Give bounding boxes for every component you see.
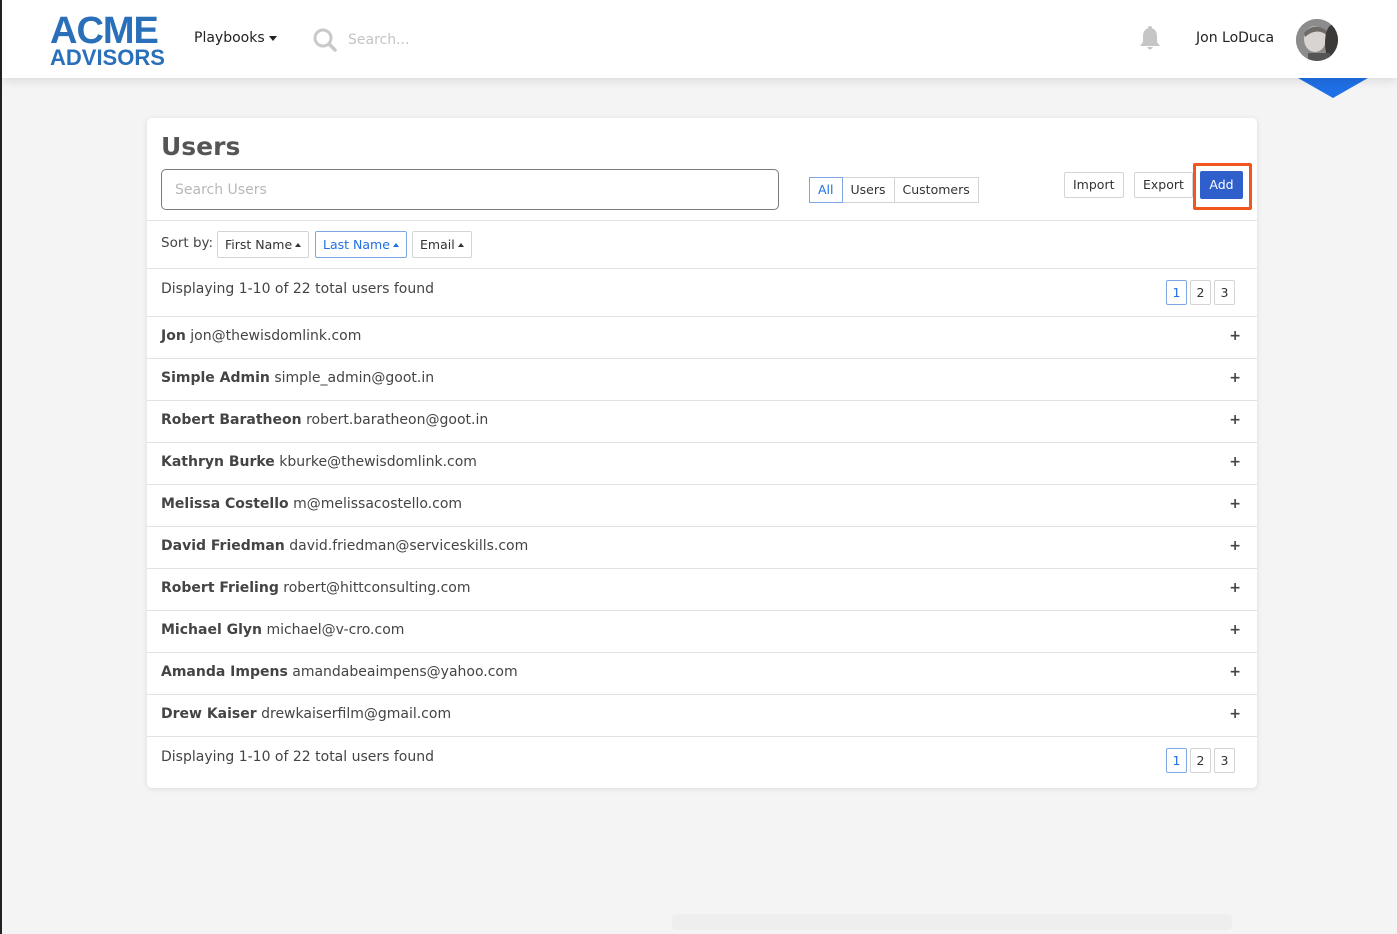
users-search-box <box>161 169 779 210</box>
expand-plus-icon[interactable]: + <box>1229 580 1241 596</box>
results-count-bottom: Displaying 1-10 of 22 total users found <box>161 749 435 765</box>
user-name: Melissa Costello <box>161 496 289 512</box>
page-3-button[interactable]: 3 <box>1214 280 1235 305</box>
user-email: drewkaiserfilm@gmail.com <box>261 706 452 722</box>
expand-plus-icon[interactable]: + <box>1229 706 1241 722</box>
user-row[interactable]: David Friedman david.friedman@serviceski… <box>147 526 1257 568</box>
user-name: Kathryn Burke <box>161 454 275 470</box>
pagination-top: 1 2 3 <box>1166 280 1235 305</box>
page-2-button[interactable]: 2 <box>1190 280 1211 305</box>
user-name: Michael Glyn <box>161 622 262 638</box>
divider <box>147 220 1257 221</box>
decorative-triangle <box>1298 78 1368 98</box>
user-row[interactable]: Jon jon@thewisdomlink.com + <box>147 316 1257 358</box>
sort-up-icon <box>295 243 302 247</box>
user-email: jon@thewisdomlink.com <box>190 328 362 344</box>
user-row[interactable]: Melissa Costello m@melissacostello.com + <box>147 484 1257 526</box>
expand-plus-icon[interactable]: + <box>1229 370 1241 386</box>
expand-plus-icon[interactable]: + <box>1229 664 1241 680</box>
divider <box>147 268 1257 269</box>
user-email: david.friedman@serviceskills.com <box>289 538 529 554</box>
user-row[interactable]: Robert Frieling robert@hittconsulting.co… <box>147 568 1257 610</box>
results-count-top: Displaying 1-10 of 22 total users found <box>161 281 435 297</box>
export-button[interactable]: Export <box>1134 172 1193 198</box>
caret-down-icon <box>268 35 277 41</box>
user-row[interactable]: Robert Baratheon robert.baratheon@goot.i… <box>147 400 1257 442</box>
user-name: Jon <box>161 328 186 344</box>
app-window: ACME ADVISORS Playbooks Jon LoDuca <box>0 0 1397 934</box>
import-button[interactable]: Import <box>1064 172 1124 198</box>
user-email: kburke@thewisdomlink.com <box>279 454 477 470</box>
user-row[interactable]: Drew Kaiser drewkaiserfilm@gmail.com + <box>147 694 1257 736</box>
users-search-input[interactable] <box>162 170 778 209</box>
search-icon <box>313 28 337 52</box>
pagination-bottom: 1 2 3 <box>1166 748 1235 773</box>
sort-up-icon <box>457 243 464 247</box>
sort-up-icon <box>392 243 399 247</box>
expand-plus-icon[interactable]: + <box>1229 328 1241 344</box>
playbooks-label: Playbooks <box>194 30 265 46</box>
expand-plus-icon[interactable]: + <box>1229 454 1241 470</box>
top-navbar: ACME ADVISORS Playbooks Jon LoDuca <box>2 0 1397 78</box>
filter-all[interactable]: All <box>809 177 843 203</box>
page-1-button[interactable]: 1 <box>1166 748 1187 773</box>
user-email: simple_admin@goot.in <box>274 370 435 386</box>
sort-email[interactable]: Email <box>412 231 472 258</box>
user-name: Robert Frieling <box>161 580 279 596</box>
expand-plus-icon[interactable]: + <box>1229 538 1241 554</box>
divider <box>147 736 1257 737</box>
sort-label: Sort by: <box>161 235 214 251</box>
global-search <box>312 26 572 54</box>
user-name: Drew Kaiser <box>161 706 257 722</box>
user-email: robert@hittconsulting.com <box>283 580 471 596</box>
user-name: Simple Admin <box>161 370 270 386</box>
global-search-input[interactable] <box>346 28 550 52</box>
add-user-button[interactable]: Add <box>1200 171 1243 199</box>
user-type-filter: All Users Customers <box>809 177 979 203</box>
user-name: Robert Baratheon <box>161 412 302 428</box>
filter-users[interactable]: Users <box>842 177 895 203</box>
users-card: Users All Users Customers Import Export … <box>147 118 1257 788</box>
sort-last-name[interactable]: Last Name <box>315 231 407 258</box>
page-1-button[interactable]: 1 <box>1166 280 1187 305</box>
user-row[interactable]: Amanda Impens amandabeaimpens@yahoo.com … <box>147 652 1257 694</box>
page-3-button[interactable]: 3 <box>1214 748 1235 773</box>
current-user-name[interactable]: Jon LoDuca <box>1196 30 1274 46</box>
filter-customers[interactable]: Customers <box>894 177 979 203</box>
page-2-button[interactable]: 2 <box>1190 748 1211 773</box>
acme-advisors-logo[interactable]: ACME ADVISORS <box>50 12 174 69</box>
playbooks-dropdown[interactable]: Playbooks <box>194 30 277 46</box>
expand-plus-icon[interactable]: + <box>1229 412 1241 428</box>
expand-plus-icon[interactable]: + <box>1229 622 1241 638</box>
user-email: amandabeaimpens@yahoo.com <box>292 664 518 680</box>
notifications-bell-icon[interactable] <box>1137 25 1163 57</box>
user-row[interactable]: Kathryn Burke kburke@thewisdomlink.com + <box>147 442 1257 484</box>
page-title: Users <box>161 132 241 161</box>
user-email: michael@v-cro.com <box>266 622 405 638</box>
user-row[interactable]: Simple Admin simple_admin@goot.in + <box>147 358 1257 400</box>
sort-first-name[interactable]: First Name <box>217 231 310 258</box>
user-row[interactable]: Michael Glyn michael@v-cro.com + <box>147 610 1257 652</box>
background-panel-edge <box>672 914 1232 930</box>
expand-plus-icon[interactable]: + <box>1229 496 1241 512</box>
user-name: Amanda Impens <box>161 664 288 680</box>
user-email: robert.baratheon@goot.in <box>306 412 489 428</box>
user-email: m@melissacostello.com <box>293 496 463 512</box>
user-avatar[interactable] <box>1296 19 1338 61</box>
user-name: David Friedman <box>161 538 285 554</box>
